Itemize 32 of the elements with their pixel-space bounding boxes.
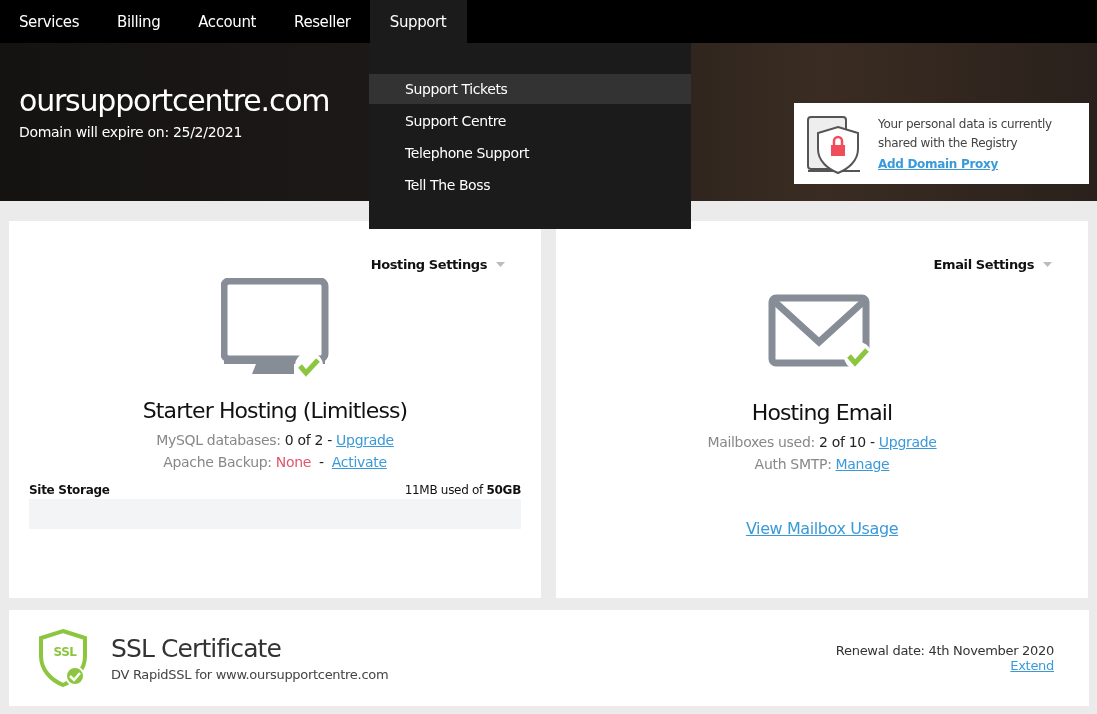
renewal-date: Renewal date: 4th November 2020 bbox=[835, 643, 1054, 658]
nav-tab[interactable]: Account bbox=[179, 0, 276, 43]
settings-dropdown[interactable]: Hosting Settings bbox=[370, 257, 505, 272]
caret-icon bbox=[496, 262, 505, 267]
menu-item[interactable]: Support Tickets bbox=[369, 74, 691, 104]
ssl-title: SSL Certificate bbox=[111, 634, 282, 663]
card-title: Hosting Email bbox=[751, 400, 893, 425]
storage-label: Site Storage bbox=[29, 483, 110, 497]
caret-icon bbox=[1043, 262, 1052, 267]
expiry-text: Domain will expire on: 25/2/2021 bbox=[19, 124, 244, 140]
storage-reading: 11MB used of 50GB bbox=[404, 483, 521, 497]
info-value: 2 of 10 - bbox=[818, 433, 875, 452]
info-label: Auth SMTP: bbox=[754, 455, 832, 474]
menu-item[interactable]: Tell The Boss bbox=[369, 170, 691, 200]
menu-item[interactable]: Support Centre bbox=[369, 106, 691, 136]
separator-text: - bbox=[318, 453, 325, 472]
nav-tab[interactable]: Services bbox=[0, 0, 99, 43]
nav-tab[interactable]: Billing bbox=[98, 0, 180, 43]
info-value: 0 of 2 - bbox=[284, 431, 333, 450]
info-label: Mailboxes used: bbox=[707, 433, 815, 452]
domain-title: oursupportcentre.com bbox=[19, 83, 330, 118]
ssl-subtitle: DV RapidSSL for www.oursupportcentre.com bbox=[111, 667, 390, 682]
privacy-text: Your personal data is currently shared with the Registry bbox=[878, 116, 1053, 152]
card-title: Starter Hosting (Limitless) bbox=[142, 398, 408, 423]
nav-tab[interactable]: Support bbox=[369, 0, 467, 43]
menu-item[interactable]: Telephone Support bbox=[369, 138, 691, 168]
info-value: None bbox=[275, 453, 312, 472]
settings-dropdown[interactable]: Email Settings bbox=[933, 257, 1052, 272]
info-label: MySQL databases: bbox=[156, 431, 281, 450]
nav-tab[interactable]: Reseller bbox=[275, 0, 370, 43]
monitor-check-icon bbox=[221, 278, 329, 380]
info-label: Apache Backup: bbox=[163, 453, 272, 472]
